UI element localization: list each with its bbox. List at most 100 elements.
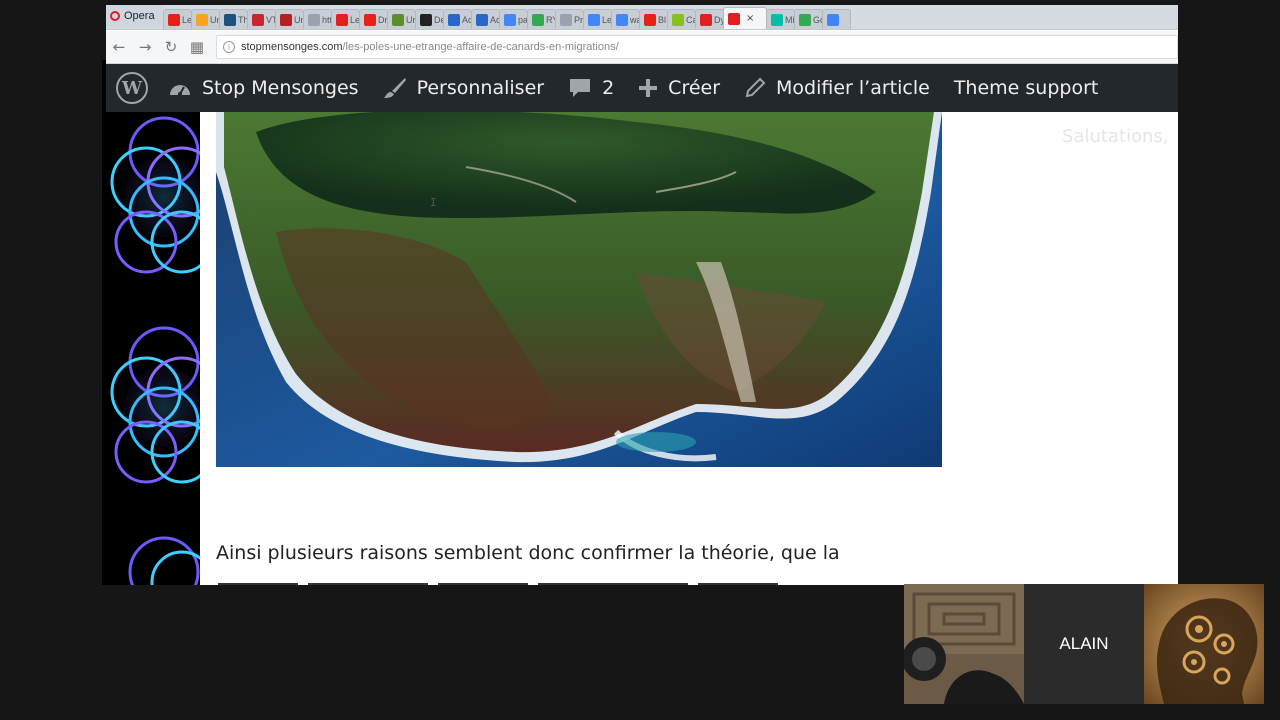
participant-name: ALAIN xyxy=(1059,634,1109,653)
stop-icon xyxy=(336,13,348,26)
google-icon xyxy=(616,13,628,26)
arrow-left-icon: ← xyxy=(112,38,126,56)
wp-new-label: Créer xyxy=(668,77,721,99)
l-letter-icon xyxy=(224,13,236,26)
pin-icon xyxy=(280,13,292,26)
flower-of-life-decoration xyxy=(106,112,200,585)
browser-tab[interactable]: Ur xyxy=(387,9,416,29)
url-path: /les-poles-une-etrange-affaire-de-canard… xyxy=(342,41,619,53)
close-tab-icon[interactable]: × xyxy=(746,13,754,24)
browser-tab[interactable]: RY xyxy=(527,9,556,29)
forward-button[interactable]: → xyxy=(132,34,158,60)
wp-theme-support-label: Theme support xyxy=(953,77,1099,99)
browser-tab[interactable]: × xyxy=(723,7,767,29)
browser-tab[interactable]: Dr xyxy=(359,9,388,29)
tab-title: Bl xyxy=(658,14,667,25)
wp-comments-item[interactable]: 2 xyxy=(568,77,614,99)
page-content: I Salutations, Ainsi plusieurs raisons s… xyxy=(106,112,1178,585)
wp-comments-count: 2 xyxy=(602,77,615,99)
wp-customize-label: Personnaliser xyxy=(416,77,545,99)
browser-tab[interactable]: Dy xyxy=(695,9,724,29)
screen: Opera LeUnThVTUnhttLeDrUrDeAcAcpaRYPrLew… xyxy=(0,0,1280,720)
browser-tab[interactable]: Un xyxy=(191,9,220,29)
wp-theme-support-item[interactable]: Theme support xyxy=(954,77,1099,99)
browser-tab[interactable]: VT xyxy=(247,9,276,29)
text-cursor-icon: I xyxy=(430,196,437,209)
opera-menu-button[interactable]: Opera xyxy=(106,5,164,27)
w-letter-icon xyxy=(672,13,684,26)
wp-edit-item[interactable]: Modifier l’article xyxy=(744,77,930,99)
g-letter-icon xyxy=(771,13,783,26)
reload-button[interactable]: ↻ xyxy=(158,34,184,60)
wp-site-name: Stop Mensonges xyxy=(202,77,359,99)
url-field[interactable]: i stopmensonges.com/les-poles-une-etrang… xyxy=(216,35,1178,59)
wp-new-item[interactable]: Créer xyxy=(638,77,720,99)
youtube-icon xyxy=(168,13,180,26)
browser-tab[interactable]: htt xyxy=(303,9,332,29)
wordpress-logo-icon[interactable]: W xyxy=(116,72,148,104)
url-domain: stopmensonges.com xyxy=(241,41,343,53)
mountain-icon xyxy=(476,13,488,26)
vt-icon xyxy=(252,13,264,26)
wp-edit-label: Modifier l’article xyxy=(776,77,930,99)
browser-window: Opera LeUnThVTUnhttLeDrUrDeAcAcpaRYPrLew… xyxy=(106,5,1178,585)
participant-avatar-tile[interactable] xyxy=(1144,584,1264,704)
participant-name-tile[interactable]: ALAIN xyxy=(1024,584,1144,704)
browser-tab[interactable]: Bl xyxy=(639,9,668,29)
grid-icon: ▦ xyxy=(189,38,205,56)
reload-icon: ↻ xyxy=(164,38,178,56)
browser-tab[interactable]: Le xyxy=(583,9,612,29)
mountain-icon xyxy=(448,13,460,26)
leaf-icon xyxy=(799,13,811,26)
page-icon xyxy=(560,13,572,26)
stop-icon xyxy=(728,12,740,25)
google-icon xyxy=(504,13,516,26)
plus-icon xyxy=(638,78,658,98)
pencil-icon xyxy=(196,13,208,26)
wp-site-name-item[interactable]: Stop Mensonges xyxy=(168,77,359,99)
wp-admin-bar: W Stop Mensonges Personnaliser 2 Créer M… xyxy=(106,64,1178,112)
browser-tab[interactable]: Mi xyxy=(766,9,795,29)
video-call-panel: ALAIN xyxy=(904,584,1264,704)
google-icon xyxy=(588,13,600,26)
youtube-icon xyxy=(364,13,376,26)
browser-tab[interactable] xyxy=(822,9,851,29)
site-info-icon[interactable]: i xyxy=(223,41,235,53)
comment-bubble-icon xyxy=(568,77,592,99)
rt-icon xyxy=(392,13,404,26)
browser-tab[interactable]: Un xyxy=(275,9,304,29)
browser-tab[interactable]: pa xyxy=(499,9,528,29)
google-icon xyxy=(827,13,839,26)
browser-tab[interactable]: Le xyxy=(163,9,192,29)
brush-icon xyxy=(383,77,407,99)
participant-camera-tile[interactable] xyxy=(904,584,1024,704)
back-button[interactable]: ← xyxy=(106,34,132,60)
browser-tab[interactable]: Le xyxy=(331,9,360,29)
arrow-right-icon: → xyxy=(138,38,152,56)
sidebar-greeting: Salutations, xyxy=(1062,126,1169,147)
browser-tab[interactable]: Pr xyxy=(555,9,584,29)
article-paragraph: Ainsi plusieurs raisons semblent donc co… xyxy=(216,542,840,564)
article-next-line-fragment xyxy=(216,574,816,585)
browser-tab[interactable]: Ac xyxy=(471,9,500,29)
pencil-icon xyxy=(744,77,766,99)
youtube-icon xyxy=(644,13,656,26)
browser-tab[interactable]: wa xyxy=(611,9,640,29)
browser-tab[interactable]: De xyxy=(415,9,444,29)
browser-tab[interactable]: Ac xyxy=(443,9,472,29)
address-bar: ← → ↻ ▦ i stopmensonges.com/les-poles-un… xyxy=(106,31,1178,64)
tab-strip: Opera LeUnThVTUnhttLeDrUrDeAcAcpaRYPrLew… xyxy=(106,5,1178,30)
stop-icon xyxy=(700,13,712,26)
browser-tab[interactable]: Go xyxy=(794,9,823,29)
wp-customize-item[interactable]: Personnaliser xyxy=(383,77,545,99)
opera-logo-icon xyxy=(110,11,120,21)
film-icon xyxy=(420,13,432,26)
browser-tab[interactable]: Ca xyxy=(667,9,696,29)
page-icon xyxy=(308,13,320,26)
browser-tab[interactable]: Th xyxy=(219,9,248,29)
tab-title: Pr xyxy=(574,14,583,25)
island-aerial-photo xyxy=(216,112,942,467)
opera-menu-label: Opera xyxy=(124,10,155,22)
map-icon xyxy=(532,13,544,26)
speed-dial-button[interactable]: ▦ xyxy=(184,34,210,60)
